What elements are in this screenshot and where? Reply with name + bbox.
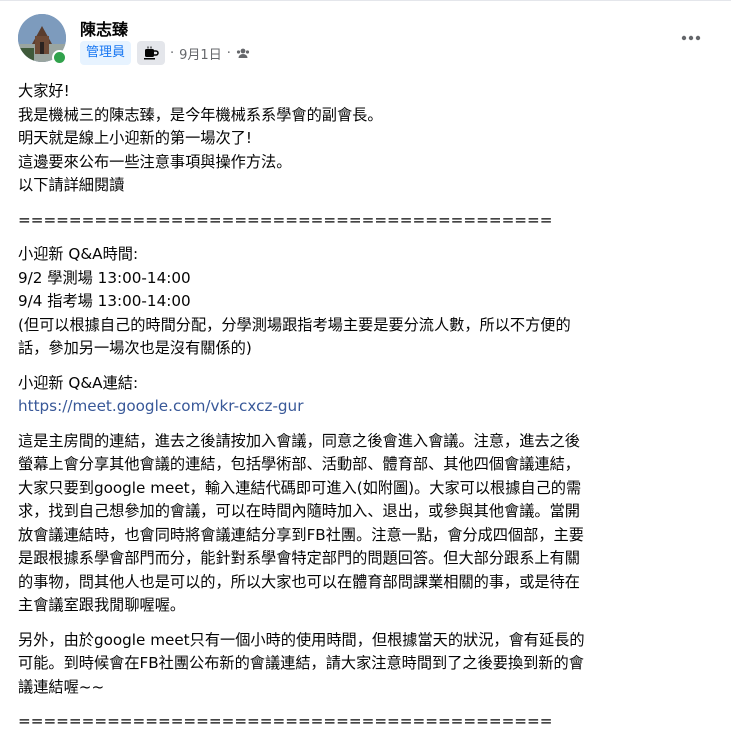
admin-badge[interactable]: 管理員 xyxy=(80,41,132,65)
divider-line: ========================================… xyxy=(18,712,553,730)
text-line: 是跟根據系學會部門而分，能針對系學會特定部門的問題回答。但大部分跟系上有關 xyxy=(18,549,580,567)
post-body: 大家好! 我是機械三的陳志臻，是今年機械系系學會的副會長。 明天就是線上小迎新的… xyxy=(18,80,718,734)
top-divider xyxy=(0,0,731,1)
text-line: 9/4 指考場 13:00-14:00 xyxy=(18,292,191,310)
text-line: 我是機械三的陳志臻，是今年機械系系學會的副會長。 xyxy=(18,105,383,124)
meta-separator: · xyxy=(170,45,175,61)
divider-line: ========================================… xyxy=(18,210,553,229)
text-line: 求，找到自己想參加的會議，可以在時間內隨時加入、退出，或參與其他會議。當開 xyxy=(18,502,580,520)
text-line: 的事物，問其他人也是可以的，所以大家也可以在體育部問課業相關的事，或是待在 xyxy=(18,572,580,591)
meet-link[interactable]: https://meet.google.com/vkr-cxcz-gur xyxy=(18,397,303,415)
coffee-cup-icon[interactable] xyxy=(137,41,166,65)
online-status-dot xyxy=(52,50,67,65)
author-name[interactable]: 陳志臻 xyxy=(80,16,128,40)
text-line: 小迎新 Q&A時間: xyxy=(18,245,139,263)
text-line: 話，參加另一場次也是沒有關係的) xyxy=(18,339,252,357)
meta-separator-2: · xyxy=(226,45,231,61)
text-line: 螢幕上會分享其他會議的連結，包括學術部、活動部、體育部、其他四個會議連結， xyxy=(18,455,580,473)
text-line: 可能。到時候會在FB社團公布新的會議連結，請大家注意時間到了之後要換到新的會 xyxy=(18,654,584,672)
group-privacy-icon[interactable] xyxy=(236,46,250,60)
post-date[interactable]: 9月1日 xyxy=(179,44,222,63)
more-options-icon[interactable] xyxy=(673,26,709,50)
text-line: 以下請詳細閱讀 xyxy=(18,176,125,194)
text-line: 這邊要來公布一些注意事項與操作方法。 xyxy=(18,152,292,171)
post-header: 陳志臻 管理員 · 9月1日 · xyxy=(18,14,715,66)
text-line: 主會議室跟我閒聊喔喔。 xyxy=(18,596,186,614)
post-meta: 管理員 · 9月1日 · xyxy=(80,41,250,65)
text-line: 另外，由於google meet只有一個小時的使用時間，但根據當天的狀況，會有延… xyxy=(18,630,585,649)
text-line: 議連結喔~~ xyxy=(18,677,105,696)
text-line: 大家好! xyxy=(18,82,70,100)
link-title: 小迎新 Q&A連結: xyxy=(18,373,139,392)
text-line: (但可以根據自己的時間分配，分學測場跟指考場主要是要分流人數，所以不方便的 xyxy=(18,315,571,334)
text-line: 大家只要到google meet，輸入連結代碼即可進入(如附圖)。大家可以根據自… xyxy=(18,478,582,497)
text-line: 9/2 學測場 13:00-14:00 xyxy=(18,268,191,287)
text-line: 明天就是線上小迎新的第一場次了! xyxy=(18,129,252,147)
text-line: 放會議連結時，也會同時將會議連結分享到FB社團。注意一點，會分成四個部，主要 xyxy=(18,525,584,544)
text-line: 這是主房間的連結，進去之後請按加入會議，同意之後會進入會議。注意，進去之後 xyxy=(18,431,580,450)
